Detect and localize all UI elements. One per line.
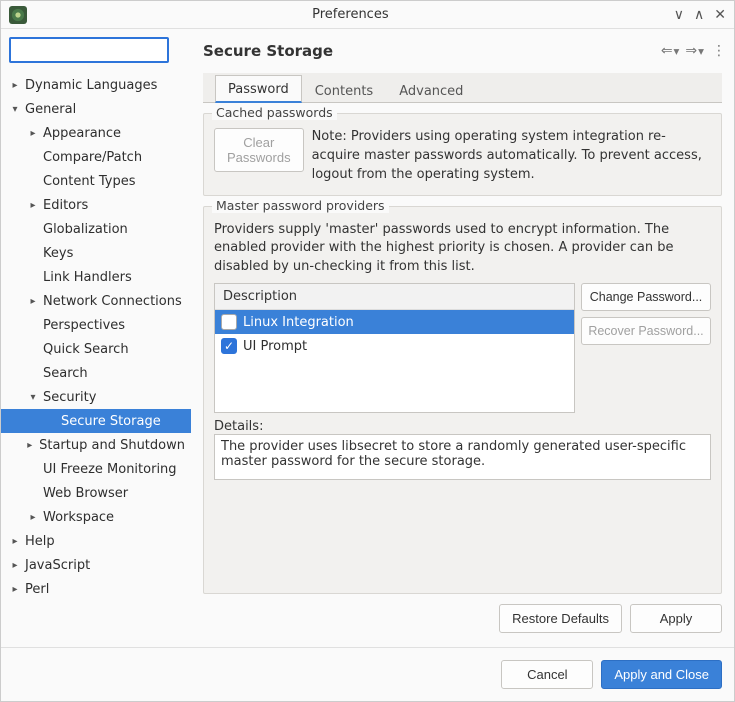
tree-item[interactable]: ▸ Dynamic Languages: [1, 73, 191, 97]
details-label: Details:: [214, 419, 711, 434]
preferences-window: Preferences ∨ ∧ ✕ ▸ Dynamic Languages ▾ Gen…: [0, 0, 735, 702]
tree-item-label: Perspectives: [43, 318, 125, 333]
chevron-right-icon[interactable]: ▸: [9, 536, 21, 547]
cached-passwords-note: Note: Providers using operating system i…: [312, 128, 711, 185]
password-tab-pane: Cached passwords Clear Passwords Note: P…: [191, 103, 734, 594]
chevron-right-icon[interactable]: ▸: [27, 128, 39, 139]
chevron-right-icon[interactable]: ▸: [9, 584, 21, 595]
tree-item[interactable]: Keys: [1, 241, 191, 265]
provider-label: UI Prompt: [243, 339, 307, 354]
tree-item-label: Network Connections: [43, 294, 182, 309]
tree-item[interactable]: ▾ General: [1, 97, 191, 121]
master-providers-legend: Master password providers: [212, 198, 389, 213]
provider-row[interactable]: UI Prompt: [215, 334, 574, 358]
tree-item[interactable]: ▸ Workspace: [1, 505, 191, 529]
nav-forward-icon[interactable]: ⇒▾: [685, 43, 704, 59]
master-providers-intro: Providers supply 'master' passwords used…: [214, 221, 711, 278]
cached-passwords-legend: Cached passwords: [212, 105, 337, 120]
tree-item[interactable]: Secure Storage: [1, 409, 191, 433]
page-title: Secure Storage: [203, 42, 661, 60]
tree-item[interactable]: Globalization: [1, 217, 191, 241]
details-text: The provider uses libsecret to store a r…: [214, 434, 711, 480]
cached-passwords-group: Cached passwords Clear Passwords Note: P…: [203, 113, 722, 196]
tree-item[interactable]: ▸ Network Connections: [1, 289, 191, 313]
tree-item[interactable]: UI Freeze Monitoring: [1, 457, 191, 481]
preferences-tree[interactable]: ▸ Dynamic Languages ▾ General ▸ Appearance Com…: [1, 71, 191, 647]
view-menu-icon[interactable]: [710, 44, 722, 58]
providers-table[interactable]: Description Linux Integration UI Prompt: [214, 283, 575, 413]
sidebar: ▸ Dynamic Languages ▾ General ▸ Appearance Com…: [1, 29, 191, 647]
provider-label: Linux Integration: [243, 315, 354, 330]
tree-item[interactable]: Link Handlers: [1, 265, 191, 289]
chevron-down-icon[interactable]: ▾: [9, 104, 21, 115]
tree-item[interactable]: Content Types: [1, 169, 191, 193]
minimize-icon[interactable]: ∨: [674, 8, 684, 22]
tree-item[interactable]: Web Browser: [1, 481, 191, 505]
chevron-right-icon[interactable]: ▸: [27, 296, 39, 307]
tree-item-label: Secure Storage: [61, 414, 161, 429]
tree-item-label: Search: [43, 366, 88, 381]
tree-item[interactable]: Search: [1, 361, 191, 385]
nav-back-icon[interactable]: ⇐▾: [661, 43, 680, 59]
chevron-right-icon[interactable]: ▸: [24, 440, 35, 451]
filter-input[interactable]: [9, 37, 169, 63]
tab[interactable]: Advanced: [386, 77, 476, 103]
tree-item[interactable]: ▸ Startup and Shutdown: [1, 433, 191, 457]
chevron-down-icon[interactable]: ▾: [27, 392, 39, 403]
tree-item-label: Startup and Shutdown: [39, 438, 185, 453]
tree-item-label: Appearance: [43, 126, 121, 141]
provider-row[interactable]: Linux Integration: [215, 310, 574, 334]
apply-button[interactable]: Apply: [630, 604, 722, 633]
tree-item[interactable]: Quick Search: [1, 337, 191, 361]
tree-item-label: UI Freeze Monitoring: [43, 462, 177, 477]
tree-item[interactable]: ▸ Perl: [1, 577, 191, 601]
chevron-right-icon[interactable]: ▸: [27, 512, 39, 523]
tree-item-label: Content Types: [43, 174, 135, 189]
tree-item-label: Globalization: [43, 222, 128, 237]
tree-item-label: Quick Search: [43, 342, 129, 357]
tree-item[interactable]: ▸ Help: [1, 529, 191, 553]
tree-item[interactable]: ▸ Editors: [1, 193, 191, 217]
tree-item-label: JavaScript: [25, 558, 90, 573]
dialog-footer: Cancel Apply and Close: [1, 647, 734, 701]
restore-defaults-button[interactable]: Restore Defaults: [499, 604, 622, 633]
tree-item[interactable]: Compare/Patch: [1, 145, 191, 169]
tree-item[interactable]: ▸ Appearance: [1, 121, 191, 145]
tree-item[interactable]: Perspectives: [1, 313, 191, 337]
cancel-button[interactable]: Cancel: [501, 660, 593, 689]
providers-column-header: Description: [215, 284, 574, 310]
maximize-icon[interactable]: ∧: [694, 8, 704, 22]
tree-item-label: Perl: [25, 582, 49, 597]
tree-item-label: Link Handlers: [43, 270, 132, 285]
titlebar: Preferences ∨ ∧ ✕: [1, 1, 734, 29]
tab-bar: PasswordContentsAdvanced: [203, 73, 722, 103]
tree-item-label: Keys: [43, 246, 73, 261]
tree-item[interactable]: ▾ Security: [1, 385, 191, 409]
tree-item-label: Workspace: [43, 510, 114, 525]
provider-checkbox[interactable]: [221, 314, 237, 330]
recover-password-button[interactable]: Recover Password...: [581, 317, 711, 345]
tree-item-label: Dynamic Languages: [25, 78, 157, 93]
window-title: Preferences: [27, 7, 674, 22]
tree-item-label: Help: [25, 534, 55, 549]
tree-item-label: General: [25, 102, 76, 117]
clear-passwords-button[interactable]: Clear Passwords: [214, 128, 304, 172]
provider-checkbox[interactable]: [221, 338, 237, 354]
tree-item-label: Web Browser: [43, 486, 128, 501]
change-password-button[interactable]: Change Password...: [581, 283, 711, 311]
tree-item-label: Security: [43, 390, 96, 405]
apply-and-close-button[interactable]: Apply and Close: [601, 660, 722, 689]
chevron-right-icon[interactable]: ▸: [9, 560, 21, 571]
tab[interactable]: Contents: [302, 77, 386, 103]
close-icon[interactable]: ✕: [714, 8, 726, 22]
chevron-right-icon[interactable]: ▸: [27, 200, 39, 211]
content-area: Secure Storage ⇐▾ ⇒▾ PasswordContentsAdv…: [191, 29, 734, 647]
tree-item-label: Compare/Patch: [43, 150, 142, 165]
app-icon: [9, 6, 27, 24]
tree-item[interactable]: ▸ JavaScript: [1, 553, 191, 577]
tree-item-label: Editors: [43, 198, 88, 213]
master-providers-group: Master password providers Providers supp…: [203, 206, 722, 594]
chevron-right-icon[interactable]: ▸: [9, 80, 21, 91]
tab[interactable]: Password: [215, 75, 302, 103]
